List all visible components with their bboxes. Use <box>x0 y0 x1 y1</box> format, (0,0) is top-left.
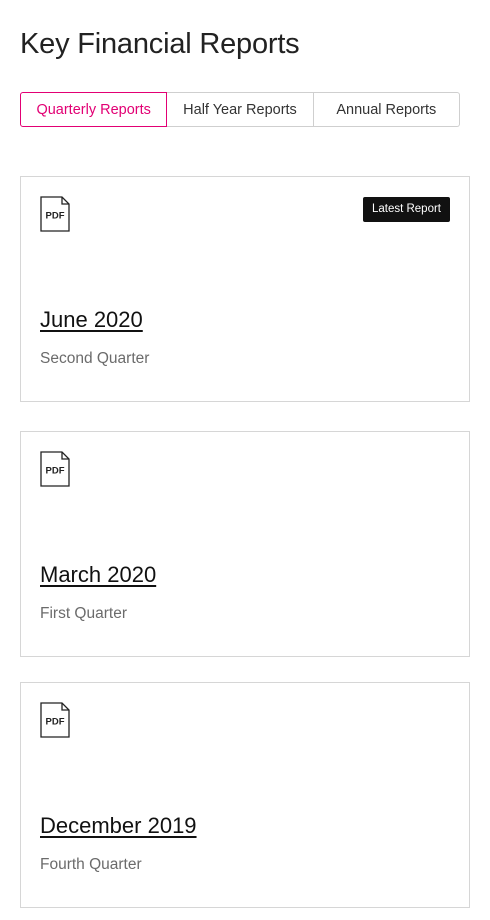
report-card[interactable]: PDF March 2020 First Quarter <box>20 431 470 657</box>
report-title-link[interactable]: December 2019 <box>40 813 197 839</box>
report-title-link[interactable]: March 2020 <box>40 562 156 588</box>
report-title-link[interactable]: June 2020 <box>40 307 143 333</box>
tab-half-year-reports[interactable]: Half Year Reports <box>167 92 314 127</box>
pdf-file-icon: PDF <box>40 702 70 738</box>
pdf-icon-label: PDF <box>46 466 65 477</box>
report-subtitle: Fourth Quarter <box>40 856 142 873</box>
tab-annual-reports[interactable]: Annual Reports <box>313 92 460 127</box>
pdf-icon-label: PDF <box>46 211 65 222</box>
report-subtitle: Second Quarter <box>40 350 150 367</box>
pdf-icon-label: PDF <box>46 717 65 728</box>
page-title: Key Financial Reports <box>20 28 300 60</box>
report-card[interactable]: PDF December 2019 Fourth Quarter <box>20 682 470 908</box>
report-subtitle: First Quarter <box>40 605 127 622</box>
pdf-file-icon: PDF <box>40 451 70 487</box>
pdf-file-icon: PDF <box>40 196 70 232</box>
report-type-tabs: Quarterly Reports Half Year Reports Annu… <box>20 92 460 127</box>
latest-report-badge: Latest Report <box>362 197 450 222</box>
reports-page: Key Financial Reports Quarterly Reports … <box>0 0 490 920</box>
tab-quarterly-reports[interactable]: Quarterly Reports <box>20 92 168 127</box>
report-card[interactable]: PDF Latest Report June 2020 Second Quart… <box>20 176 470 402</box>
